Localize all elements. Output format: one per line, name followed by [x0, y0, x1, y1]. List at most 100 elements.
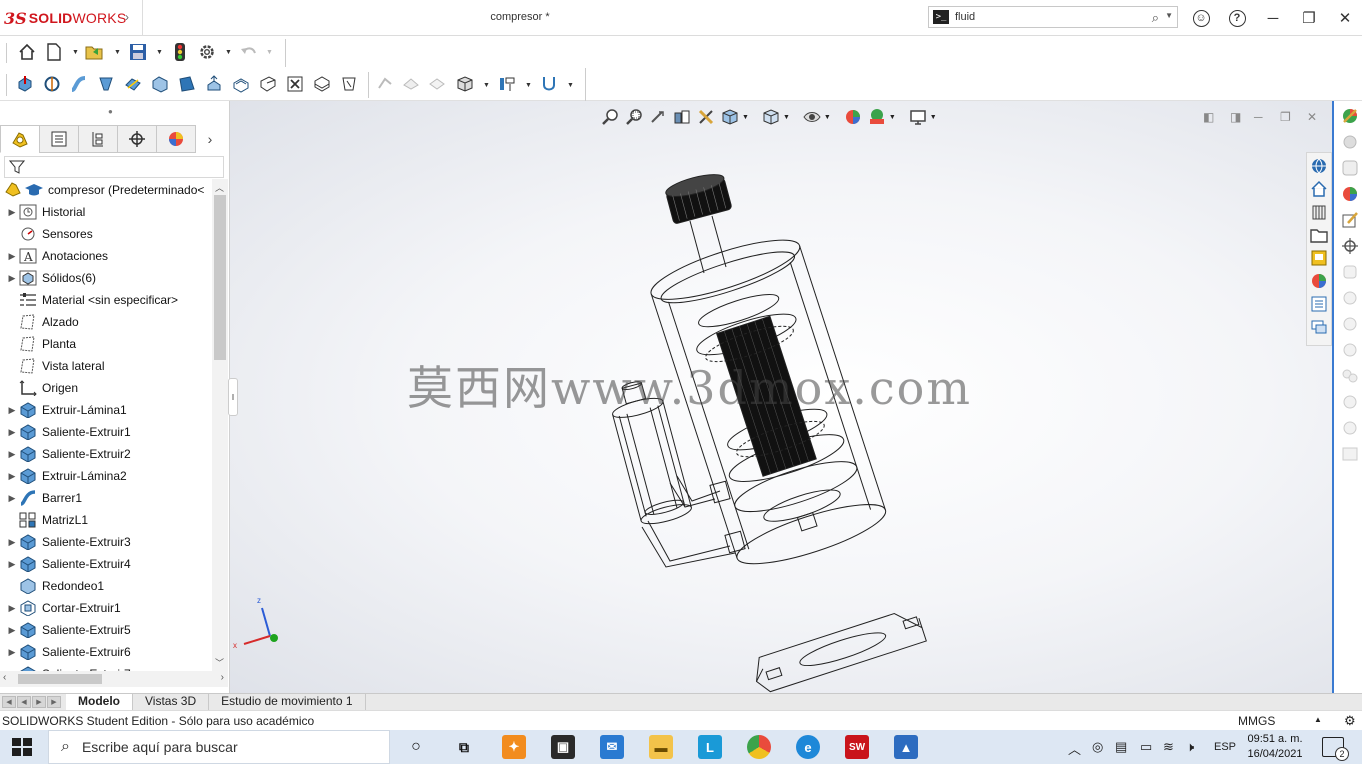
units-selector[interactable]: MMGS [1238, 714, 1275, 728]
tree-item[interactable]: Sensores [0, 223, 212, 245]
magnet-curve-icon[interactable] [538, 73, 560, 95]
tray-battery-icon[interactable]: ▭ [1140, 739, 1152, 755]
microsoft-store-icon[interactable]: ▣ [551, 735, 575, 759]
tab-display-manager[interactable] [156, 125, 196, 153]
save-dropdown-chevron-icon[interactable]: ▼ [156, 49, 163, 56]
task-crosshair-icon[interactable] [1339, 235, 1361, 257]
tree-item[interactable]: ▶ Saliente-Extruir2 [0, 443, 212, 465]
tree-item[interactable]: ▶ Barrer1 [0, 487, 212, 509]
apply-scene-icon[interactable] [867, 107, 887, 127]
task-appearance-icon[interactable] [1339, 105, 1361, 127]
view-settings-dropdown-icon[interactable]: ▼ [930, 114, 937, 121]
task-camera-icon[interactable] [1339, 365, 1361, 387]
scroll-right-chevron-icon[interactable]: › [221, 672, 224, 683]
task-sun-icon[interactable] [1339, 391, 1361, 413]
rebuild-traffic-light-icon[interactable] [169, 41, 191, 63]
view-orientation-icon[interactable] [720, 107, 740, 127]
hole-wizard-icon[interactable] [284, 73, 306, 95]
tray-camera-icon[interactable]: ◎ [1092, 739, 1103, 755]
display-style-icon[interactable] [761, 107, 781, 127]
lofted-boss-icon[interactable] [95, 73, 117, 95]
viewport-tile-left-icon[interactable]: ◧ [1203, 110, 1214, 124]
app-l-icon[interactable]: L [698, 735, 722, 759]
task-edit-icon[interactable] [1339, 209, 1361, 231]
tree-item[interactable]: ▶ Sólidos(6) [0, 267, 212, 289]
tray-app-icon[interactable]: ▤ [1115, 739, 1127, 755]
tree-item[interactable]: ▶ Cortar-Extruir1 [0, 597, 212, 619]
new-dropdown-chevron-icon[interactable]: ▼ [72, 49, 79, 56]
tree-item[interactable]: ▶ Saliente-Extruir3 [0, 531, 212, 553]
search-dropdown-chevron-icon[interactable]: ▼ [1165, 11, 1173, 20]
units-dropdown-chevron-icon[interactable]: ▲ [1314, 715, 1322, 724]
view-settings-monitor-icon[interactable] [908, 107, 928, 127]
tree-item[interactable]: Redondeo1 [0, 575, 212, 597]
scroll-up-chevron-icon[interactable]: ︿ [215, 181, 224, 194]
scrollbar-thumb[interactable] [18, 674, 102, 684]
save-icon[interactable] [127, 41, 149, 63]
file-explorer-icon[interactable]: ▬ [649, 735, 673, 759]
expand-chevron-icon[interactable]: ▶ [0, 537, 18, 548]
task-light-4-icon[interactable] [1339, 339, 1361, 361]
notifications-icon[interactable]: 2 [1322, 737, 1349, 761]
tree-item[interactable]: ▶ Historial [0, 201, 212, 223]
view-dropdown-chevron-icon[interactable]: ▼ [483, 82, 490, 89]
photos-icon[interactable]: ▲ [894, 735, 918, 759]
home-icon[interactable] [16, 41, 38, 63]
task-render-icon[interactable] [1339, 183, 1361, 205]
expand-chevron-icon[interactable]: ▶ [0, 405, 18, 416]
tray-wifi-icon[interactable]: ≋ [1163, 739, 1174, 755]
previous-view-icon[interactable] [648, 107, 668, 127]
scrollbar-thumb[interactable] [214, 195, 226, 360]
scroll-left-chevron-icon[interactable]: ‹ [3, 672, 6, 683]
tree-item[interactable]: Material <sin especificar> [0, 289, 212, 311]
cortana-icon[interactable]: ○ [404, 735, 428, 759]
shell-icon[interactable] [230, 73, 252, 95]
panel-grip-icon[interactable]: ● [108, 107, 113, 116]
expand-chevron-icon[interactable]: ▶ [0, 251, 18, 262]
undo-icon[interactable] [238, 41, 260, 63]
tree-item[interactable]: ▶ A Anotaciones [0, 245, 212, 267]
task-light-3-icon[interactable] [1339, 313, 1361, 335]
tree-item[interactable]: MatrizL1 [0, 509, 212, 531]
expand-chevron-icon[interactable]: ▶ [0, 559, 18, 570]
custom-properties-icon[interactable] [1309, 294, 1329, 314]
revolved-boss-icon[interactable] [41, 73, 63, 95]
tab-motion-study[interactable]: Estudio de movimiento 1 [209, 694, 366, 710]
tree-item[interactable]: ▶ Saliente-Extruir1 [0, 421, 212, 443]
task-walkthrough-icon[interactable] [1339, 417, 1361, 439]
rebuild-status-icon[interactable]: ⚙ [1344, 713, 1356, 729]
viewport-tile-right-icon[interactable]: ◨ [1230, 110, 1241, 124]
task-screens-icon[interactable] [1339, 443, 1361, 465]
appearances-icon[interactable] [1309, 271, 1329, 291]
display-style-dropdown-icon[interactable]: ▼ [783, 114, 790, 121]
chrome-icon[interactable] [747, 735, 771, 759]
section-dropdown-chevron-icon[interactable]: ▼ [525, 82, 532, 89]
tree-item[interactable]: Vista lateral [0, 355, 212, 377]
help-icon[interactable]: ? [1227, 8, 1247, 28]
tree-filter-box[interactable] [4, 156, 224, 178]
scene-dropdown-icon[interactable]: ▼ [889, 114, 896, 121]
chamfer-icon[interactable] [176, 73, 198, 95]
instant3d-disabled-icon[interactable] [400, 73, 422, 95]
windows-start-icon[interactable] [12, 738, 32, 756]
app-orange-icon[interactable]: ✦ [502, 735, 526, 759]
tab-dimxpert-manager[interactable] [117, 125, 157, 153]
mail-icon[interactable]: ✉ [600, 735, 624, 759]
curves-disabled-icon[interactable] [374, 73, 396, 95]
zoom-to-fit-icon[interactable] [600, 107, 620, 127]
tray-chevron-up-icon[interactable]: ︿ [1068, 739, 1081, 758]
restore-window-icon[interactable]: ❐ [1299, 8, 1319, 28]
user-account-icon[interactable]: ☺ [1191, 8, 1211, 28]
tree-item[interactable]: Alzado [0, 311, 212, 333]
magnet-dropdown-chevron-icon[interactable]: ▼ [567, 82, 574, 89]
tree-item[interactable]: ▶ Extruir-Lámina1 [0, 399, 212, 421]
tray-language[interactable]: ESP [1214, 741, 1236, 753]
tabs-more-chevron-icon[interactable]: › [195, 125, 225, 153]
tab-feature-manager[interactable] [0, 125, 40, 153]
solidworks-taskbar-icon[interactable]: SW [845, 735, 869, 759]
scroll-down-chevron-icon[interactable]: ﹀ [215, 656, 224, 669]
extruded-boss-icon[interactable] [14, 73, 36, 95]
tree-vertical-scrollbar[interactable]: ︿ ﹀ [212, 179, 228, 671]
hide-show-dropdown-icon[interactable]: ▼ [824, 114, 831, 121]
rib-icon[interactable] [203, 73, 225, 95]
